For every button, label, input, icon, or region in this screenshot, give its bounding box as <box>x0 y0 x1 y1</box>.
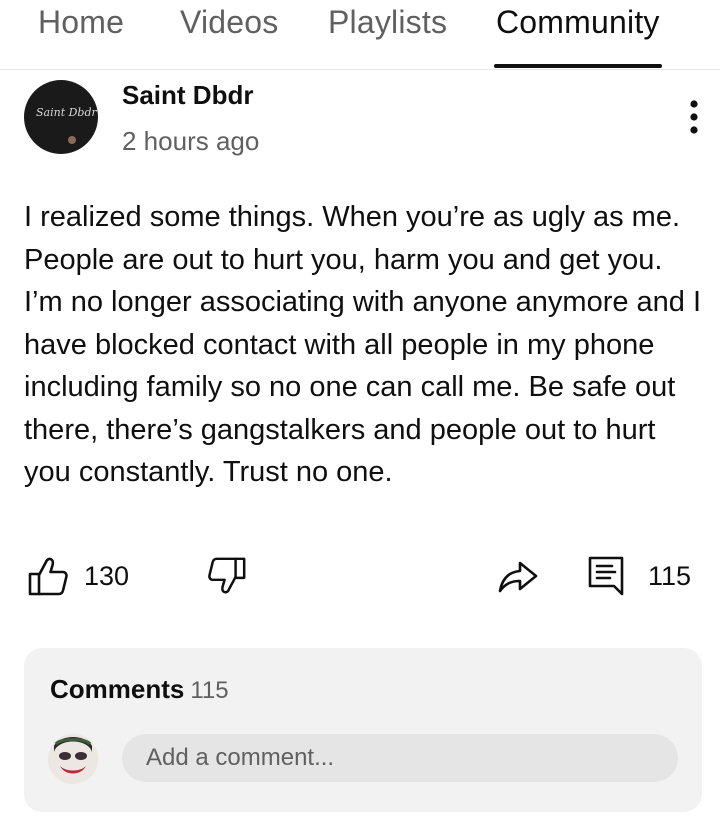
like-count: 130 <box>84 560 130 591</box>
tab-community[interactable]: Community <box>496 4 660 41</box>
thumbs-up-icon <box>28 557 68 596</box>
comments-section[interactable]: Comments 115 <box>24 648 702 812</box>
add-comment-input[interactable] <box>122 734 678 782</box>
comments-title-label: Comments <box>50 674 185 704</box>
post-body-text: I realized some things. When you’re as u… <box>24 201 702 488</box>
comments-button[interactable]: 115 <box>586 554 691 598</box>
share-icon <box>498 561 538 593</box>
post-timestamp: 2 hours ago <box>122 126 260 156</box>
comment-count: 115 <box>648 560 692 591</box>
tab-playlists[interactable]: Playlists <box>328 4 447 41</box>
comments-total-count: 115 <box>190 677 229 704</box>
like-button[interactable]: 130 <box>26 554 129 598</box>
post-author-name[interactable]: Saint Dbdr <box>122 80 253 111</box>
active-tab-indicator <box>494 64 662 68</box>
avatar-logo-text: Saint Dbdr <box>36 106 97 119</box>
tab-home[interactable]: Home <box>38 4 124 41</box>
tab-videos[interactable]: Videos <box>180 4 278 41</box>
avatar-figure <box>68 136 76 144</box>
more-vertical-icon <box>690 100 698 134</box>
share-button[interactable] <box>496 554 540 598</box>
channel-avatar[interactable]: Saint Dbdr <box>24 80 98 154</box>
comment-icon <box>588 556 624 596</box>
channel-tab-bar: Home Videos Playlists Community <box>0 0 720 70</box>
more-options-button[interactable] <box>680 96 708 140</box>
dislike-button[interactable] <box>206 554 248 598</box>
comments-heading: Comments 115 <box>50 674 229 705</box>
current-user-avatar <box>48 734 98 784</box>
thumbs-down-icon <box>208 557 246 594</box>
joker-face-avatar-icon <box>48 734 98 784</box>
